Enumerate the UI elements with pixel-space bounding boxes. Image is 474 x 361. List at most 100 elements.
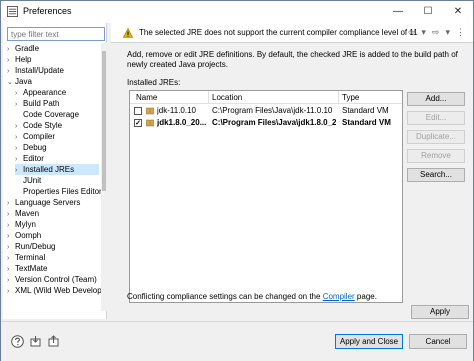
tree-item-install-update[interactable]: › Install/Update [7, 65, 64, 76]
tree-item-label: Editor [23, 154, 44, 163]
tree-vertical-scrollbar[interactable] [101, 43, 107, 311]
preferences-window: Preferences — ☐ ✕ ›Gradle ›Help ›Install… [0, 0, 474, 361]
page-description: Add, remove or edit JRE definitions. By … [127, 50, 458, 69]
tree-item-label: Appearance [23, 88, 67, 97]
cancel-button[interactable]: Cancel [409, 334, 467, 349]
installed-jres-page: The selected JRE does not support the cu… [111, 23, 473, 319]
message-bar: The selected JRE does not support the cu… [111, 23, 473, 43]
jre-name: jdk1.8.0_20... [157, 118, 207, 127]
tree-item-mylyn[interactable]: › Mylyn [7, 219, 36, 230]
back-menu-icon[interactable]: ▾ [421, 27, 426, 38]
tree-item-label: Maven [15, 209, 40, 218]
tree-item-terminal[interactable]: › Terminal [7, 252, 45, 263]
compliance-note-end: page. [354, 292, 377, 301]
tree-item-build-path[interactable]: › Build Path [15, 98, 59, 109]
tree-item-xml[interactable]: › XML (Wild Web Develop [7, 285, 102, 296]
tree-item-label: Java [15, 77, 32, 86]
warning-message: The selected JRE does not support the cu… [139, 28, 418, 37]
remove-button[interactable]: Remove [407, 149, 465, 163]
help-icon[interactable] [11, 335, 24, 348]
column-header-name[interactable]: Name [136, 93, 157, 102]
tree-item-version-control[interactable]: › Version Control (Team) [7, 274, 97, 285]
apply-button[interactable]: Apply [411, 305, 469, 319]
tree-item-label: JUnit [23, 176, 42, 185]
forward-arrow-icon[interactable]: ⇨ [432, 27, 440, 38]
window-title: Preferences [23, 6, 72, 16]
filter-input[interactable] [7, 27, 105, 41]
tree-item-java[interactable]: ⌄ Java [7, 76, 32, 87]
tree-item-help[interactable]: › Help [7, 54, 31, 65]
apply-and-close-button[interactable]: Apply and Close [335, 334, 403, 349]
jre-name: jdk-11.0.10 [157, 106, 196, 115]
jre-checkbox[interactable] [134, 107, 142, 115]
dialog-footer: Apply and Close Cancel [1, 321, 473, 361]
preferences-sidebar: ›Gradle ›Help ›Install/Update ⌄Java ›App… [3, 23, 107, 334]
compliance-note: Conflicting compliance settings can be c… [127, 292, 377, 301]
tree-item-label: XML (Wild Web Develop [15, 286, 102, 295]
chevron-right-icon[interactable]: › [15, 165, 23, 176]
tree-item-label: Mylyn [15, 220, 36, 229]
tree-item-textmate[interactable]: › TextMate [7, 263, 47, 274]
tree-item-label: Install/Update [15, 66, 64, 75]
tree-item-label: Compiler [23, 132, 56, 141]
jre-location: C:\Program Files\Java\jdk1.8.0_202 [212, 118, 336, 127]
tree-item-oomph[interactable]: › Oomph [7, 230, 41, 241]
tree-item-code-style[interactable]: › Code Style [15, 120, 62, 131]
tree-item-junit[interactable]: JUnit [23, 175, 41, 186]
tree-item-language-servers[interactable]: › Language Servers [7, 197, 80, 208]
compiler-link[interactable]: Compiler [323, 292, 355, 301]
tree-item-run-debug[interactable]: › Run/Debug [7, 241, 55, 252]
tree-item-gradle[interactable]: › Gradle [7, 43, 39, 54]
close-button[interactable]: ✕ [443, 1, 473, 22]
title-bar: Preferences — ☐ ✕ [1, 1, 473, 23]
column-header-type[interactable]: Type [342, 93, 359, 102]
import-icon[interactable] [29, 335, 42, 348]
preference-tree: › Gradle › Help › Install/Update ⌄ Java › App… [3, 43, 106, 309]
chevron-right-icon[interactable]: › [7, 286, 15, 297]
export-icon[interactable] [47, 335, 60, 348]
column-divider[interactable] [208, 91, 209, 104]
column-header-location[interactable]: Location [212, 93, 242, 102]
jre-library-icon [146, 107, 154, 115]
edit-button[interactable]: Edit... [407, 111, 465, 125]
maximize-button[interactable]: ☐ [413, 1, 443, 22]
eclipse-app-icon [7, 6, 18, 17]
table-row[interactable]: jdk-11.0.10 C:\Program Files\Java\jdk-11… [130, 105, 402, 117]
tree-item-label: Help [15, 55, 32, 64]
chevron-down-icon[interactable]: ⌄ [7, 77, 15, 88]
tree-item-debug[interactable]: › Debug [15, 142, 47, 153]
tree-item-editor[interactable]: › Editor [15, 153, 44, 164]
tree-item-label: Properties Files Editor [23, 187, 102, 196]
tree-item-appearance[interactable]: › Appearance [15, 87, 66, 98]
add-button[interactable]: Add... [407, 92, 465, 106]
tree-item-label: Code Style [23, 121, 63, 130]
column-divider[interactable] [338, 91, 339, 104]
jre-checkbox[interactable]: ✓ [134, 119, 142, 127]
tree-item-label: Language Servers [15, 198, 81, 207]
minimize-button[interactable]: — [383, 1, 413, 22]
tree-item-maven[interactable]: › Maven [7, 208, 39, 219]
tree-item-properties-files-editor[interactable]: Properties Files Editor [23, 186, 102, 197]
tree-item-label: Code Coverage [23, 110, 80, 119]
jre-type: Standard VM [342, 118, 391, 127]
compliance-note-text: Conflicting compliance settings can be c… [127, 292, 323, 301]
tree-item-label: Version Control (Team) [15, 275, 97, 284]
back-arrow-icon[interactable]: ⇦ [408, 27, 416, 38]
scrollbar-thumb[interactable] [102, 51, 106, 191]
installed-jres-label: Installed JREs: [127, 78, 181, 87]
tree-item-label: Gradle [15, 44, 40, 53]
tree-item-label: Debug [23, 143, 47, 152]
tree-item-label: Run/Debug [15, 242, 56, 251]
tree-item-code-coverage[interactable]: Code Coverage [15, 109, 79, 120]
forward-menu-icon[interactable]: ▾ [445, 27, 450, 38]
tree-item-compiler[interactable]: › Compiler [15, 131, 55, 142]
table-row[interactable]: ✓ jdk1.8.0_20... C:\Program Files\Java\j… [130, 117, 402, 129]
page-navigation: ⇦ ▾ ⇨ ▾ ⋮ [408, 27, 465, 38]
tree-item-label: Installed JREs [23, 165, 75, 174]
tree-item-label: TextMate [15, 264, 48, 273]
tree-item-label: Terminal [15, 253, 46, 262]
duplicate-button[interactable]: Duplicate... [407, 130, 465, 144]
view-menu-icon[interactable]: ⋮ [456, 27, 465, 38]
tree-item-installed-jres[interactable]: › Installed JREs [15, 164, 99, 175]
search-button[interactable]: Search... [407, 168, 465, 182]
